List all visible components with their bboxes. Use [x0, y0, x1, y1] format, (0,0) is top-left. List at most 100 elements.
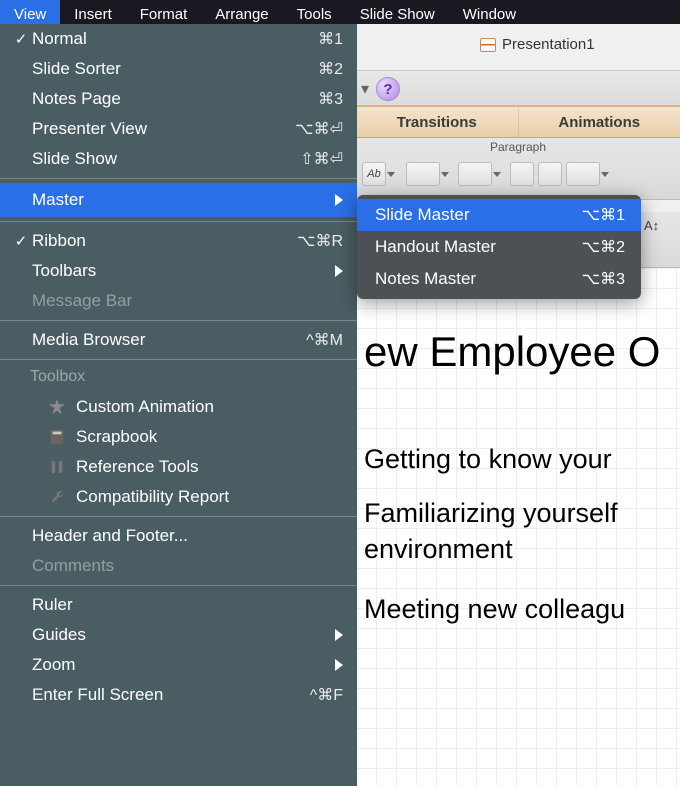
submenu-arrow-icon — [335, 265, 343, 277]
menu-item-ribbon[interactable]: ✓ Ribbon ⌥⌘R — [0, 226, 357, 256]
menu-item-label: Guides — [30, 625, 335, 645]
menu-tools[interactable]: Tools — [283, 0, 346, 24]
slide-canvas[interactable]: ew Employee O Getting to know your Famil… — [356, 268, 680, 786]
decrease-indent-icon[interactable] — [510, 162, 534, 186]
menu-item-slide-show[interactable]: Slide Show ⇧⌘⏎ — [0, 144, 357, 174]
reference-tools-icon — [48, 458, 66, 476]
menu-shortcut: ^⌘M — [306, 330, 343, 350]
menu-item-guides[interactable]: Guides — [0, 620, 357, 650]
menu-item-toolbars[interactable]: Toolbars — [0, 256, 357, 286]
menu-shortcut: ^⌘F — [310, 685, 343, 705]
submenu-item-label: Slide Master — [375, 205, 582, 225]
text-direction-icon[interactable]: A↕ — [644, 218, 659, 233]
ribbon-tabs: Transitions Animations — [356, 106, 680, 138]
toolbox-custom-animation[interactable]: Custom Animation — [0, 392, 357, 422]
ribbon-paragraph-group: Paragraph Ab — [356, 138, 680, 200]
toolbar-overflow-caret[interactable]: ▾ — [356, 78, 374, 100]
submenu-shortcut: ⌥⌘1 — [582, 205, 625, 225]
menu-item-label: Toolbars — [30, 261, 335, 281]
menu-item-ruler[interactable]: Ruler — [0, 590, 357, 620]
quick-access-toolbar: ▾ ? — [356, 70, 680, 106]
toolbox-scrapbook[interactable]: Scrapbook — [0, 422, 357, 452]
submenu-arrow-icon — [335, 659, 343, 671]
menu-shortcut: ⌘3 — [318, 89, 343, 109]
menu-item-label: Message Bar — [30, 291, 343, 311]
menu-insert[interactable]: Insert — [60, 0, 126, 24]
numbering-icon[interactable] — [458, 162, 492, 186]
wrench-icon — [48, 488, 66, 506]
menu-shortcut: ⌥⌘R — [297, 231, 343, 251]
menu-item-label: Slide Sorter — [30, 59, 318, 79]
menu-item-label: Slide Show — [30, 149, 300, 169]
submenu-item-label: Handout Master — [375, 237, 582, 257]
toolbox-section-label: Toolbox — [0, 364, 357, 392]
toolbox-item-label: Custom Animation — [76, 397, 214, 417]
menu-shortcut: ⌘1 — [318, 29, 343, 49]
menu-format[interactable]: Format — [126, 0, 202, 24]
menu-item-media-browser[interactable]: Media Browser ^⌘M — [0, 325, 357, 355]
menu-view[interactable]: View — [0, 0, 60, 24]
menu-item-label: Enter Full Screen — [30, 685, 310, 705]
master-submenu: Slide Master ⌥⌘1 Handout Master ⌥⌘2 Note… — [357, 195, 641, 299]
submenu-shortcut: ⌥⌘2 — [582, 237, 625, 257]
menu-item-label: Ruler — [30, 595, 343, 615]
menu-item-label: Comments — [30, 556, 343, 576]
slide-title-text[interactable]: ew Employee O — [364, 328, 660, 376]
menu-slideshow[interactable]: Slide Show — [346, 0, 449, 24]
menu-item-presenter-view[interactable]: Presenter View ⌥⌘⏎ — [0, 114, 357, 144]
paragraph-group-label: Paragraph — [356, 140, 680, 154]
menu-item-label: Header and Footer... — [30, 526, 343, 546]
submenu-arrow-icon — [335, 629, 343, 641]
menu-window[interactable]: Window — [449, 0, 530, 24]
toolbox-item-label: Reference Tools — [76, 457, 199, 477]
presentation-file-icon — [480, 38, 496, 52]
bullets-icon[interactable] — [406, 162, 440, 186]
toolbox-reference-tools[interactable]: Reference Tools — [0, 452, 357, 482]
document-title-text: Presentation1 — [502, 36, 595, 53]
check-icon: ✓ — [12, 30, 30, 48]
menu-item-header-footer[interactable]: Header and Footer... — [0, 521, 357, 551]
slide-body-line[interactable]: Meeting new colleagu — [364, 594, 625, 625]
slide-body-line[interactable]: environment — [364, 534, 513, 565]
check-icon: ✓ — [12, 232, 30, 250]
menu-item-label: Zoom — [30, 655, 335, 675]
submenu-handout-master[interactable]: Handout Master ⌥⌘2 — [357, 231, 641, 263]
line-spacing-icon[interactable] — [566, 162, 600, 186]
tab-animations[interactable]: Animations — [519, 107, 680, 137]
toolbox-item-label: Scrapbook — [76, 427, 157, 447]
submenu-arrow-icon — [335, 194, 343, 206]
toolbox-item-label: Compatibility Report — [76, 487, 229, 507]
menu-item-notes-page[interactable]: Notes Page ⌘3 — [0, 84, 357, 114]
ribbon-text-group: A↕ — [640, 212, 680, 268]
menu-item-enter-full-screen[interactable]: Enter Full Screen ^⌘F — [0, 680, 357, 710]
toolbox-compatibility-report[interactable]: Compatibility Report — [0, 482, 357, 512]
menu-item-master[interactable]: Master — [0, 183, 357, 217]
submenu-item-label: Notes Master — [375, 269, 582, 289]
menu-arrange[interactable]: Arrange — [201, 0, 282, 24]
menu-item-label: Media Browser — [30, 330, 306, 350]
star-icon — [48, 398, 66, 416]
menu-item-label: Notes Page — [30, 89, 318, 109]
document-title: Presentation1 — [480, 36, 595, 53]
menu-shortcut: ⌥⌘⏎ — [295, 119, 343, 139]
submenu-slide-master[interactable]: Slide Master ⌥⌘1 — [357, 199, 641, 231]
slide-body-line[interactable]: Getting to know your — [364, 444, 612, 475]
menu-item-normal[interactable]: ✓ Normal ⌘1 — [0, 24, 357, 54]
menu-item-message-bar: Message Bar — [0, 286, 357, 316]
menu-item-label: Master — [30, 190, 335, 210]
menu-item-comments: Comments — [0, 551, 357, 581]
increase-indent-icon[interactable] — [538, 162, 562, 186]
slide-body-line[interactable]: Familiarizing yourself — [364, 498, 618, 529]
tab-transitions[interactable]: Transitions — [356, 107, 519, 137]
menu-item-zoom[interactable]: Zoom — [0, 650, 357, 680]
menu-item-slide-sorter[interactable]: Slide Sorter ⌘2 — [0, 54, 357, 84]
scrapbook-icon — [48, 428, 66, 446]
menu-item-label: Presenter View — [30, 119, 295, 139]
change-case-icon[interactable]: Ab — [362, 162, 386, 186]
menu-shortcut: ⌘2 — [318, 59, 343, 79]
help-button[interactable]: ? — [376, 77, 400, 101]
menu-shortcut: ⇧⌘⏎ — [300, 149, 343, 169]
view-menu-dropdown: ✓ Normal ⌘1 Slide Sorter ⌘2 Notes Page ⌘… — [0, 24, 357, 786]
submenu-shortcut: ⌥⌘3 — [582, 269, 625, 289]
submenu-notes-master[interactable]: Notes Master ⌥⌘3 — [357, 263, 641, 295]
